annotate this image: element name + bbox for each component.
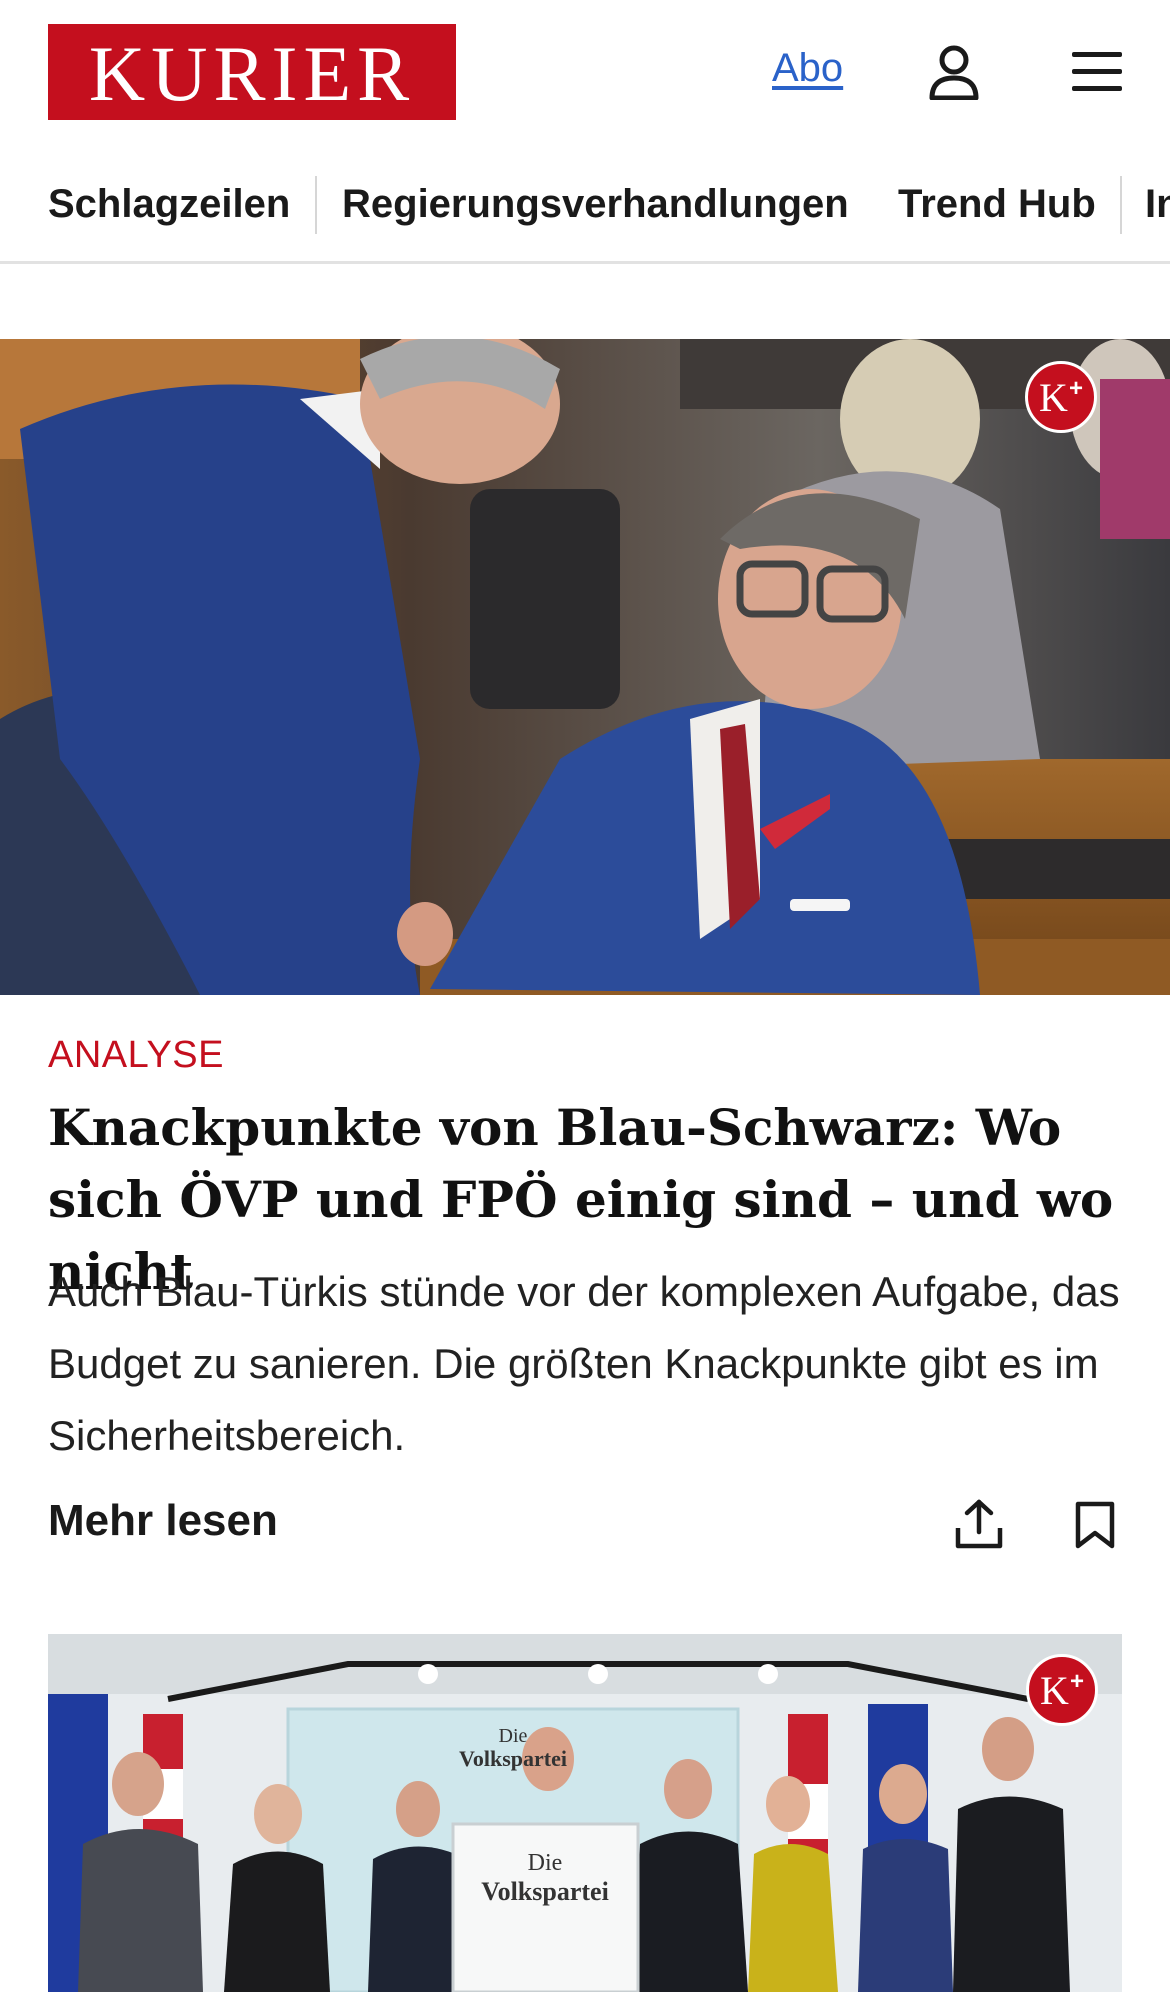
nav-divider: [315, 176, 317, 234]
article-hero-image[interactable]: K+: [0, 339, 1170, 995]
premium-badge: K+: [1025, 361, 1097, 433]
nav-item-schlagzeilen[interactable]: Schlagzeilen: [48, 182, 290, 227]
hero-photo: [0, 339, 1170, 995]
lectern-text-line1: Die: [528, 1850, 563, 1876]
hamburger-menu-icon[interactable]: [1070, 50, 1124, 94]
logo-text: KURIER: [88, 30, 416, 117]
press-conference-photo: Die Volkspartei Die Volkspartei: [48, 1634, 1122, 1992]
section-nav: Schlagzeilen Regierungsverhandlungen Tre…: [0, 160, 1170, 264]
nav-item-trend-hub[interactable]: Trend Hub: [898, 182, 1096, 227]
user-icon[interactable]: [928, 44, 980, 100]
share-icon[interactable]: [954, 1498, 1004, 1550]
nav-divider: [1120, 176, 1122, 234]
premium-badge-text: K+: [1039, 374, 1083, 420]
read-more-link[interactable]: Mehr lesen: [48, 1496, 278, 1546]
lectern-text-line2: Volkspartei: [481, 1877, 609, 1906]
bookmark-icon[interactable]: [1074, 1500, 1116, 1550]
backdrop-text-line1: Die: [499, 1725, 528, 1747]
premium-badge: K+: [1026, 1654, 1098, 1726]
article-2-image[interactable]: Die Volkspartei Die Volkspartei K+: [48, 1634, 1122, 1992]
nav-item-regierungsverhandlungen[interactable]: Regierungsverhandlungen: [342, 182, 849, 227]
backdrop-text-line2: Volkspartei: [459, 1746, 567, 1771]
article-kicker: ANALYSE: [48, 1034, 224, 1076]
nav-item-overflow[interactable]: In: [1145, 182, 1170, 227]
abo-link[interactable]: Abo: [772, 46, 843, 91]
article-teaser: Auch Blau-Türkis stünde vor der komplexe…: [48, 1268, 1120, 1459]
premium-badge-text: K+: [1040, 1667, 1084, 1713]
kurier-logo[interactable]: KURIER: [48, 24, 456, 120]
site-header: KURIER Abo: [0, 0, 1170, 146]
